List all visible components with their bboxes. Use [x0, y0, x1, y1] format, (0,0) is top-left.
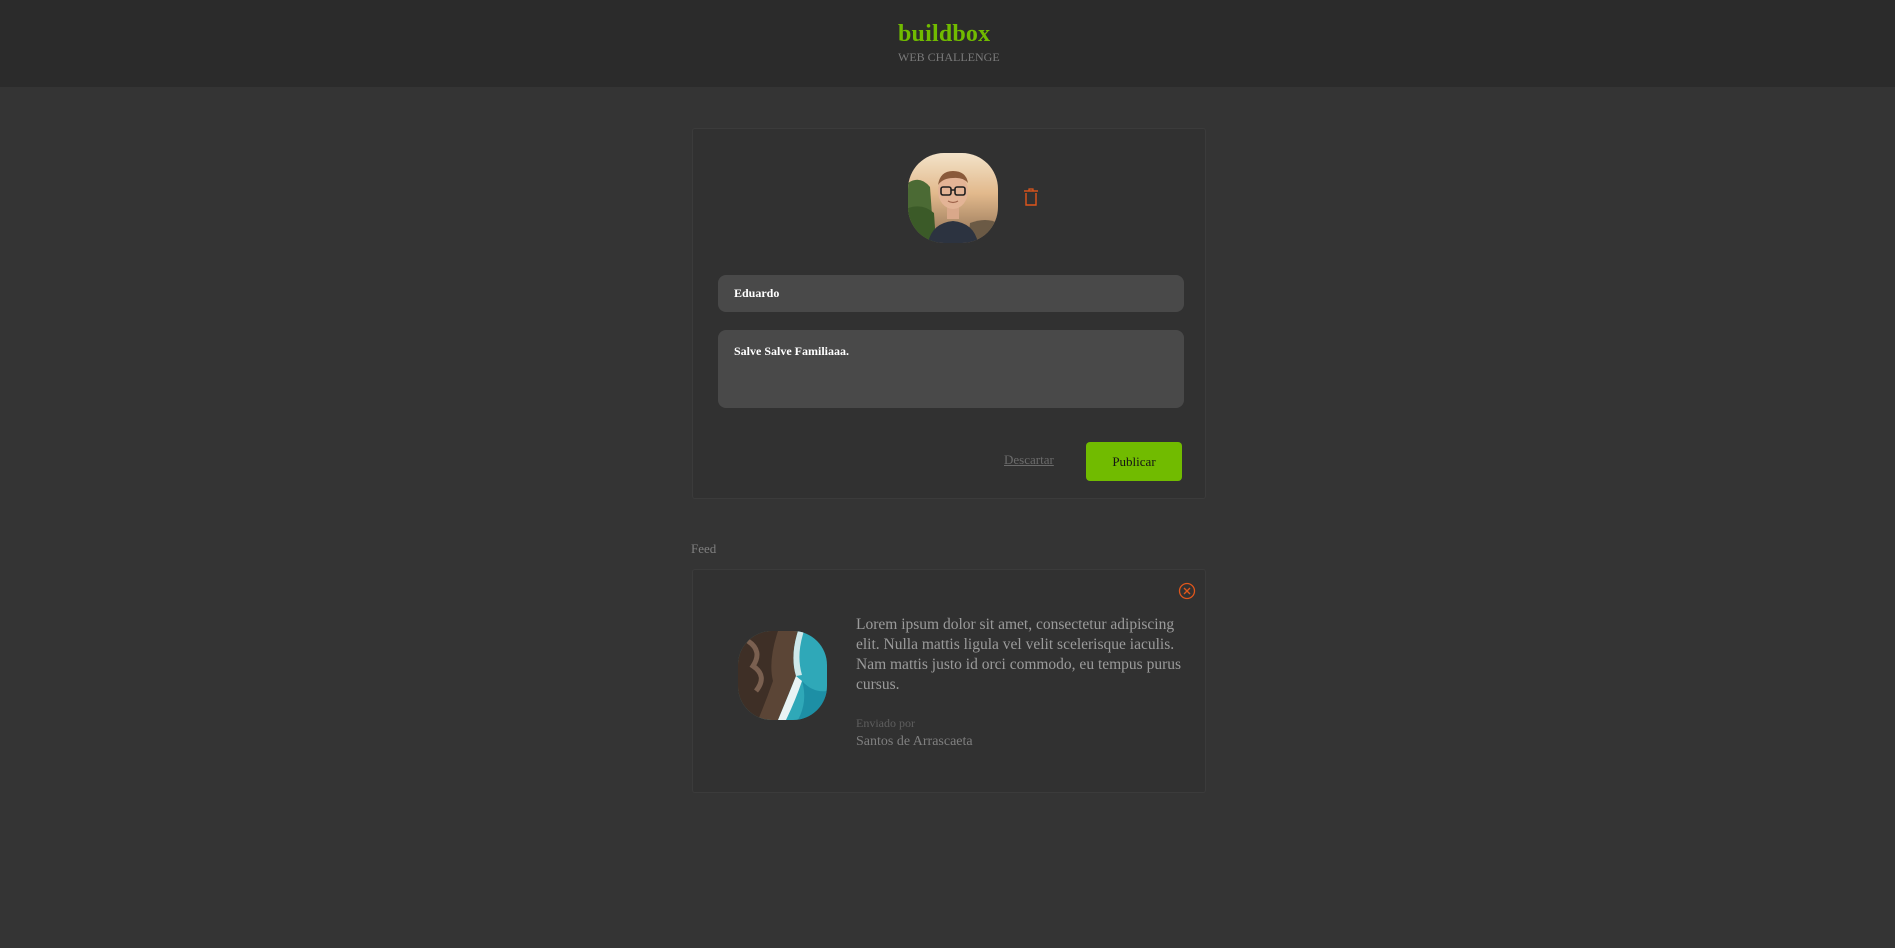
app-header: buildbox WEB CHALLENGE [0, 0, 1895, 87]
post-image [738, 631, 827, 720]
brand-subtitle: WEB CHALLENGE [898, 50, 1000, 64]
feed-heading: Feed [691, 541, 717, 556]
user-photo-icon [908, 153, 998, 243]
trash-icon [1024, 188, 1038, 206]
coastline-photo-icon [738, 631, 827, 720]
avatar-photo[interactable] [908, 153, 998, 243]
sent-by-label: Enviado por [856, 716, 915, 730]
delete-post-button[interactable] [1178, 582, 1196, 600]
publish-button[interactable]: Publicar [1086, 442, 1182, 481]
post-composer: Eduardo Salve Salve Familiaaa. Descartar… [692, 128, 1206, 499]
discard-button[interactable]: Descartar [1004, 452, 1054, 468]
message-textarea[interactable]: Salve Salve Familiaaa. [718, 330, 1184, 408]
post-message: Lorem ipsum dolor sit amet, consectetur … [856, 616, 1182, 693]
name-input[interactable]: Eduardo [718, 275, 1184, 312]
brand-logo[interactable]: buildbox WEB CHALLENGE [898, 20, 1002, 64]
post-author: Santos de Arrascaeta [856, 734, 973, 749]
remove-photo-button[interactable] [1023, 187, 1039, 207]
feed-post: Lorem ipsum dolor sit amet, consectetur … [692, 569, 1206, 793]
brand-name: buildbox [898, 21, 991, 47]
close-circle-icon [1178, 582, 1196, 600]
